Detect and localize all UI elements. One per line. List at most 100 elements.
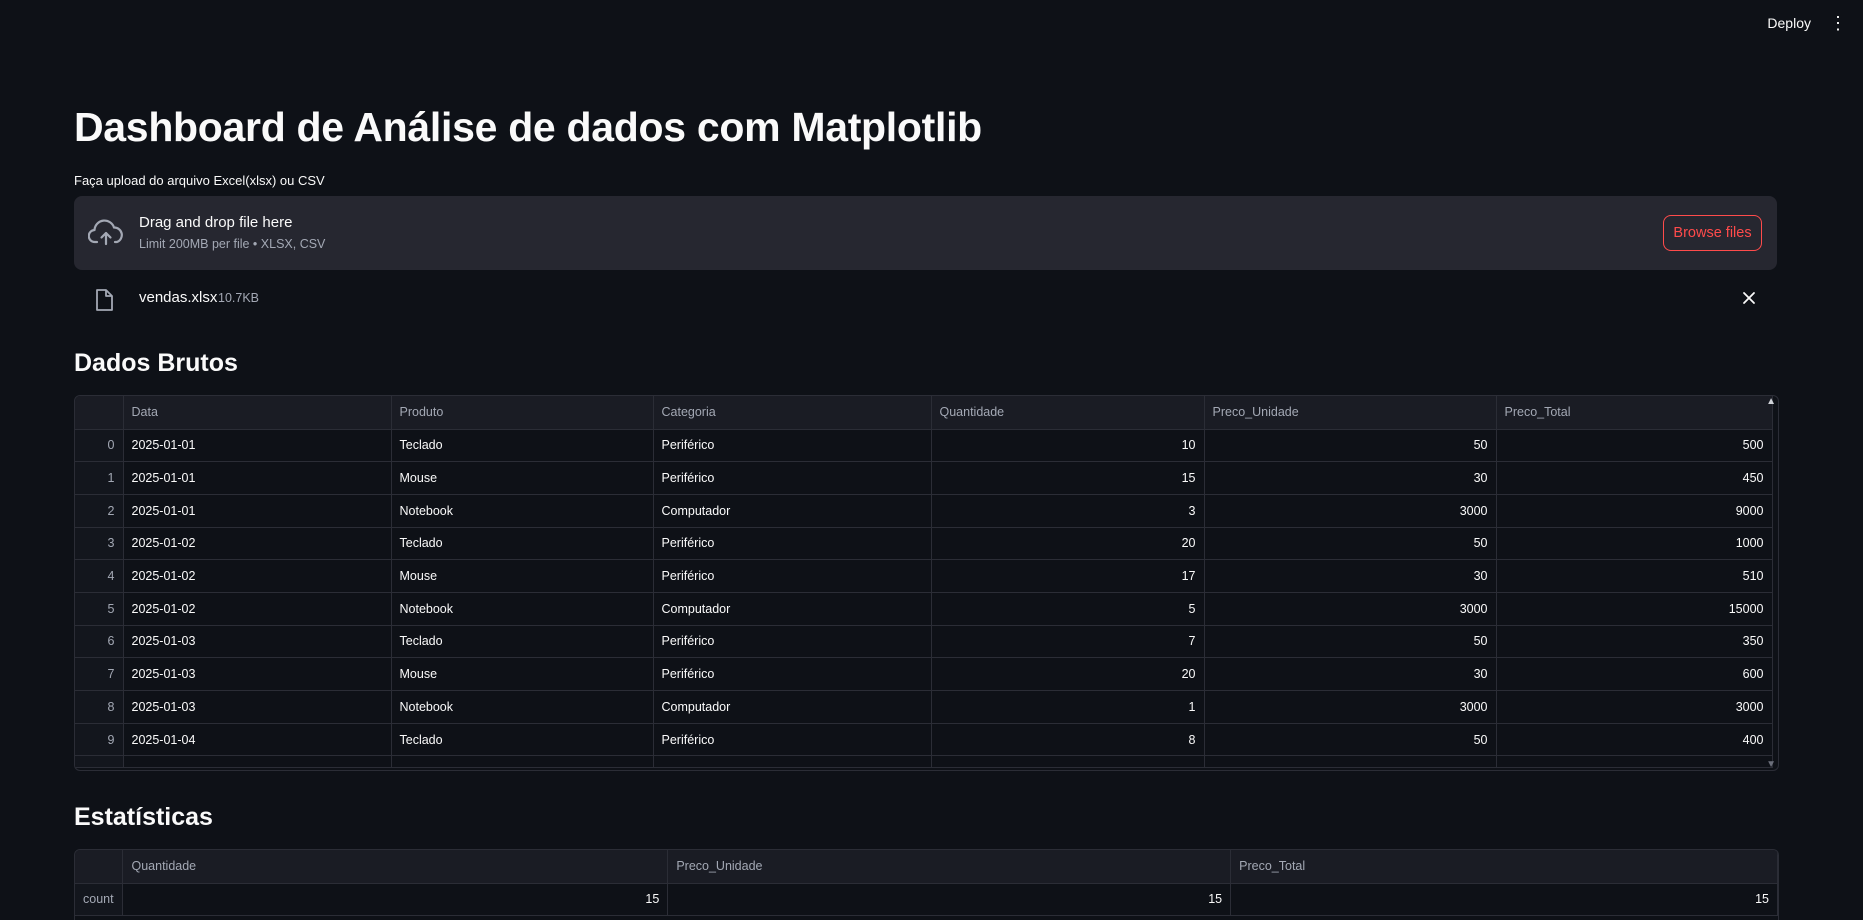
table-cell[interactable]: 2025-01-02 — [123, 527, 392, 561]
table-cell[interactable]: 15000 — [1496, 592, 1773, 626]
table-cell[interactable]: Teclado — [391, 625, 654, 659]
table-row[interactable]: 6 2025-01-03 Teclado Periférico 7 50 350 — [75, 625, 1773, 659]
scroll-up-icon[interactable]: ▲ — [1766, 396, 1776, 407]
table-cell[interactable]: Periférico — [653, 723, 932, 757]
table-cell[interactable]: 30 — [1204, 461, 1497, 495]
table-cell[interactable]: Computador — [653, 494, 932, 528]
table-cell[interactable]: 5 — [931, 592, 1205, 626]
table-cell[interactable]: 500 — [1496, 429, 1773, 463]
table-cell[interactable]: 17 — [931, 559, 1205, 593]
table-cell[interactable]: Computador — [653, 690, 932, 724]
table-header-row: Quantidade Preco_Unidade Preco_Total — [75, 850, 1778, 884]
table-cell[interactable]: 3000 — [1496, 690, 1773, 724]
raw-data-table[interactable]: Data Produto Categoria Quantidade Preco_… — [74, 395, 1779, 771]
scroll-down-icon[interactable]: ▼ — [1766, 759, 1776, 770]
table-cell[interactable]: 15 — [122, 883, 669, 917]
table-cell[interactable]: 3000 — [1204, 494, 1497, 528]
table-cell[interactable]: 30 — [1204, 657, 1497, 691]
table-cell[interactable]: 2025-01-03 — [123, 657, 392, 691]
table-row[interactable]: 0 2025-01-01 Teclado Periférico 10 50 500 — [75, 429, 1773, 463]
table-cell[interactable]: Notebook — [391, 592, 654, 626]
table-cell[interactable]: 20 — [931, 527, 1205, 561]
table-cell[interactable]: Mouse — [391, 461, 654, 495]
table-cell[interactable]: 2025-01-02 — [123, 559, 392, 593]
table-cell[interactable]: 3000 — [1204, 592, 1497, 626]
table-cell[interactable]: 50 — [1204, 429, 1497, 463]
table-cell[interactable]: 2025-01-01 — [123, 494, 392, 528]
file-dropzone[interactable]: Drag and drop file here Limit 200MB per … — [74, 196, 1777, 270]
table-cell[interactable]: 15 — [931, 461, 1205, 495]
table-cell[interactable]: 1000 — [1496, 527, 1773, 561]
browse-files-button[interactable]: Browse files — [1663, 215, 1762, 251]
uploader-label: Faça upload do arquivo Excel(xlsx) ou CS… — [74, 173, 325, 188]
table-cell[interactable]: Periférico — [653, 559, 932, 593]
table-cell[interactable]: 510 — [1496, 559, 1773, 593]
table-cell[interactable]: 9000 — [1496, 494, 1773, 528]
table-row[interactable]: 5 2025-01-02 Notebook Computador 5 3000 15000 — [75, 592, 1773, 626]
table-row[interactable]: count 15 15 15 — [75, 883, 1778, 917]
table-cell[interactable]: Periférico — [653, 527, 932, 561]
table-row[interactable]: 2 2025-01-01 Notebook Computador 3 3000 9000 — [75, 494, 1773, 528]
table-cell[interactable]: 2025-01-04 — [123, 723, 392, 757]
table-cell[interactable]: Periférico — [653, 657, 932, 691]
column-header[interactable]: Quantidade — [931, 396, 1205, 430]
table-cell[interactable]: Mouse — [391, 657, 654, 691]
table-cell[interactable]: Mouse — [391, 559, 654, 593]
table-cell[interactable]: Computador — [653, 592, 932, 626]
table-cell[interactable]: Periférico — [653, 461, 932, 495]
table-cell[interactable]: 2025-01-03 — [123, 625, 392, 659]
table-cell[interactable]: 350 — [1496, 625, 1773, 659]
more-vertical-icon[interactable]: ⋮ — [1829, 14, 1847, 32]
table-cell[interactable]: 3000 — [1204, 690, 1497, 724]
column-header[interactable]: Preco_Total — [1496, 396, 1773, 430]
table-row[interactable]: 7 2025-01-03 Mouse Periférico 20 30 600 — [75, 657, 1773, 691]
table-cell[interactable]: Periférico — [653, 625, 932, 659]
table-row[interactable]: 4 2025-01-02 Mouse Periférico 17 30 510 — [75, 559, 1773, 593]
table-cell[interactable]: 7 — [931, 625, 1205, 659]
table-cell[interactable]: 2025-01-03 — [123, 690, 392, 724]
table-header-row: Data Produto Categoria Quantidade Preco_… — [75, 396, 1773, 430]
statistics-table[interactable]: Quantidade Preco_Unidade Preco_Total cou… — [74, 849, 1779, 920]
column-header[interactable]: Preco_Unidade — [1204, 396, 1497, 430]
table-cell[interactable]: 30 — [1204, 559, 1497, 593]
column-header[interactable]: Preco_Unidade — [667, 850, 1232, 884]
deploy-button[interactable]: Deploy — [1767, 15, 1811, 31]
table-cell[interactable]: 50 — [1204, 723, 1497, 757]
table-cell[interactable]: 3 — [931, 494, 1205, 528]
table-cell[interactable]: 20 — [931, 657, 1205, 691]
table-cell[interactable]: 600 — [1496, 657, 1773, 691]
row-index: 7 — [75, 657, 124, 691]
table-row-partial[interactable] — [75, 755, 1773, 769]
table-cell[interactable]: 50 — [1204, 527, 1497, 561]
table-cell[interactable]: Teclado — [391, 723, 654, 757]
table-cell[interactable]: 8 — [931, 723, 1205, 757]
table-cell[interactable]: 450 — [1496, 461, 1773, 495]
table-cell[interactable]: Teclado — [391, 527, 654, 561]
table-cell[interactable]: Notebook — [391, 690, 654, 724]
table-cell[interactable]: 1 — [931, 690, 1205, 724]
page-title: Dashboard de Análise de dados com Matplo… — [74, 104, 982, 150]
close-icon[interactable] — [1739, 288, 1759, 308]
table-row[interactable]: 1 2025-01-01 Mouse Periférico 15 30 450 — [75, 461, 1773, 495]
table-cell[interactable]: Periférico — [653, 429, 932, 463]
table-cell[interactable]: 2025-01-01 — [123, 429, 392, 463]
table-cell[interactable]: 50 — [1204, 625, 1497, 659]
column-header[interactable]: Quantidade — [122, 850, 669, 884]
column-header[interactable]: Data — [123, 396, 392, 430]
dropzone-title: Drag and drop file here — [139, 214, 293, 231]
column-header[interactable]: Produto — [391, 396, 654, 430]
column-header[interactable]: Categoria — [653, 396, 932, 430]
column-header[interactable]: Preco_Total — [1230, 850, 1778, 884]
dropzone-subtitle: Limit 200MB per file • XLSX, CSV — [139, 237, 326, 251]
table-cell[interactable]: 10 — [931, 429, 1205, 463]
table-row[interactable]: 8 2025-01-03 Notebook Computador 1 3000 3000 — [75, 690, 1773, 724]
table-row[interactable]: 9 2025-01-04 Teclado Periférico 8 50 400 — [75, 723, 1773, 757]
table-cell[interactable]: Notebook — [391, 494, 654, 528]
table-cell[interactable]: 15 — [667, 883, 1232, 917]
table-row[interactable]: 3 2025-01-02 Teclado Periférico 20 50 1000 — [75, 527, 1773, 561]
table-cell[interactable]: 2025-01-02 — [123, 592, 392, 626]
table-cell[interactable]: Teclado — [391, 429, 654, 463]
table-cell[interactable]: 400 — [1496, 723, 1773, 757]
table-cell[interactable]: 15 — [1230, 883, 1778, 917]
table-cell[interactable]: 2025-01-01 — [123, 461, 392, 495]
